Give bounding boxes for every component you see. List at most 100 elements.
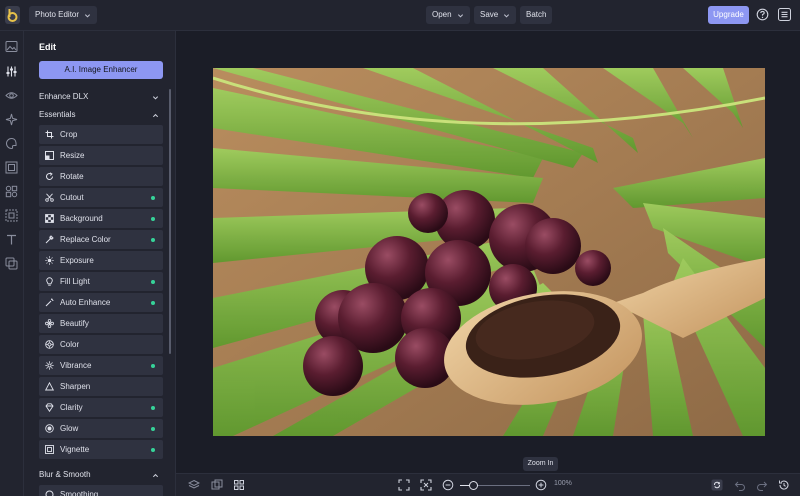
chevron-down-icon [457,13,463,18]
photo-canvas[interactable] [213,68,765,436]
vibrance-icon [45,361,54,370]
chevron-up-icon [152,113,159,118]
smoothing-icon [45,490,54,496]
section-label: Essentials [39,110,76,119]
eye-icon[interactable] [5,89,18,102]
logo-icon[interactable] [5,6,20,24]
tool-label: Fill Light [60,277,90,286]
tool-cutout[interactable]: Cutout [39,188,163,207]
app-dropdown[interactable]: Photo Editor [29,6,98,24]
tool-vignette[interactable]: Vignette [39,440,163,459]
open-button[interactable]: Open [426,6,470,24]
tool-smoothing[interactable]: Smoothing [39,485,163,496]
flower-icon [45,319,54,328]
frame-icon[interactable] [5,161,18,174]
tool-label: Resize [60,151,85,160]
tool-color[interactable]: Color [39,335,163,354]
compare-icon[interactable] [211,479,223,491]
zoom-in-tooltip: Zoom In [523,457,558,471]
bottom-bar: 100% [176,473,800,496]
help-icon[interactable] [756,8,769,21]
tool-crop[interactable]: Crop [39,125,163,144]
premium-indicator [151,301,155,305]
zoom-slider-handle[interactable] [469,481,478,490]
tool-label: Clarity [60,403,83,412]
vignette-icon [45,445,54,454]
reset-icon[interactable] [711,479,723,491]
tool-background[interactable]: Background [39,209,163,228]
tool-label: Replace Color [60,235,111,244]
tool-sharpen[interactable]: Sharpen [39,377,163,396]
top-bar: Photo Editor Open Save Batch Upgrade [0,0,800,31]
essentials-tool-list: Crop Resize Rotate Cutout Background Replace … [39,125,163,461]
panel-scrollbar[interactable] [169,89,171,354]
tool-fill-light[interactable]: Fill Light [39,272,163,291]
palette-icon[interactable] [5,137,18,150]
color-wheel-icon [45,340,54,349]
tool-rotate[interactable]: Rotate [39,167,163,186]
tool-label: Rotate [60,172,84,181]
tool-label: Auto Enhance [60,298,111,307]
checker-icon [45,214,54,223]
layers-icon[interactable] [188,479,200,491]
upgrade-button[interactable]: Upgrade [708,6,749,24]
zoom-out-icon[interactable] [442,479,454,491]
ai-image-enhancer-button[interactable]: A.I. Image Enhancer [39,61,163,79]
elements-icon[interactable] [5,185,18,198]
chevron-up-icon [152,473,159,478]
tool-clarity[interactable]: Clarity [39,398,163,417]
tool-glow[interactable]: Glow [39,419,163,438]
fit-screen-icon[interactable] [398,479,410,491]
premium-indicator [151,406,155,410]
premium-indicator [151,280,155,284]
tool-auto-enhance[interactable]: Auto Enhance [39,293,163,312]
section-enhance-dlx[interactable]: Enhance DLX [39,90,159,104]
grid-icon[interactable] [233,479,245,491]
tool-label: Beautify [60,319,89,328]
actual-size-icon[interactable] [420,479,432,491]
tool-label: Exposure [60,256,94,265]
app-dropdown-label: Photo Editor [35,10,80,19]
tool-label: Cutout [60,193,84,202]
wand-icon [45,298,54,307]
premium-indicator [151,448,155,452]
tool-label: Background [60,214,103,223]
image-icon[interactable] [5,40,18,53]
section-blur-smooth[interactable]: Blur & Smooth [39,468,159,482]
history-icon[interactable] [778,479,790,491]
text-icon[interactable] [5,233,18,246]
redo-icon[interactable] [756,479,768,491]
zoom-in-icon[interactable] [535,479,547,491]
batch-button[interactable]: Batch [520,6,553,24]
chevron-down-icon [504,13,510,18]
chevron-down-icon [152,96,159,100]
section-essentials[interactable]: Essentials [39,108,159,122]
bulb-icon [46,277,53,286]
sparkle-icon[interactable] [5,113,18,126]
eyedropper-icon [45,235,54,244]
texture-icon[interactable] [5,209,18,222]
section-label: Blur & Smooth [39,470,91,479]
menu-icon[interactable] [778,8,791,21]
save-button[interactable]: Save [474,6,517,24]
chevron-down-icon [84,13,91,18]
graphics-icon[interactable] [5,257,18,270]
tool-resize[interactable]: Resize [39,146,163,165]
tool-beautify[interactable]: Beautify [39,314,163,333]
premium-indicator [151,427,155,431]
tool-replace-color[interactable]: Replace Color [39,230,163,249]
sliders-icon[interactable] [5,65,18,78]
tool-vibrance[interactable]: Vibrance [39,356,163,375]
tool-label: Smoothing [60,490,99,496]
premium-indicator [151,364,155,368]
tool-exposure[interactable]: Exposure [39,251,163,270]
tool-label: Crop [60,130,78,139]
undo-icon[interactable] [734,479,746,491]
edit-panel: Edit A.I. Image Enhancer Enhance DLX Ess… [24,31,176,496]
left-rail [0,31,24,496]
batch-label: Batch [526,10,547,19]
crop-icon [45,130,54,139]
zoom-level: 100% [554,480,572,487]
resize-icon [45,151,54,160]
diamond-icon [45,403,54,412]
